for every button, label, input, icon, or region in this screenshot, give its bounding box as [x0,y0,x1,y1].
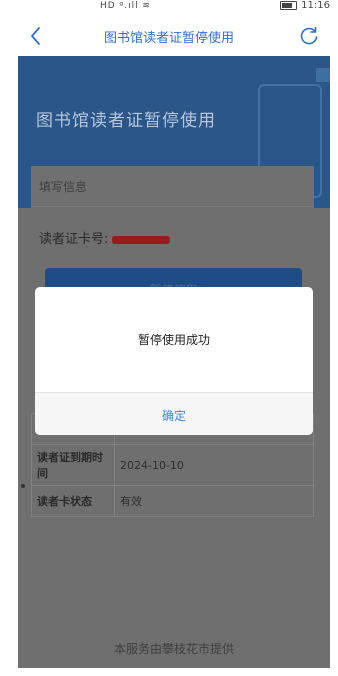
form-header: 填写信息 [31,166,314,207]
row-label: 读者卡状态 [31,485,115,517]
page-title: 图书馆读者证暂停使用 [103,31,234,46]
signal-wifi-icons: HD ᵍ.ıll ≋ [100,1,151,11]
footer-text: 本服务由攀枝花市提供 [113,642,234,656]
refresh-icon[interactable] [298,25,320,47]
row-label: 读者证到期时间 [31,444,115,486]
status-time: 11:16 [301,0,330,11]
battery-icon [280,1,298,10]
dialog-message: 暂停使用成功 [137,333,210,347]
success-dialog: 暂停使用成功 确定 [35,287,313,435]
confirm-button[interactable]: 确定 [35,393,313,435]
decor-square-icon [316,68,330,82]
confirm-button-label: 确定 [161,409,186,423]
row-value: 2024-10-10 [114,444,314,486]
banner-title: 图书馆读者证暂停使用 [36,111,216,131]
reader-card-row: 读者证卡号: [39,228,171,247]
status-bar: HD ᵍ.ıll ≋ 11:16 [0,0,338,16]
reader-card-label: 读者证卡号: [39,232,109,247]
table-row: 读者卡状态 有效 [31,485,314,517]
table-row: 读者证到期时间 2024-10-10 [31,444,314,486]
bullet-dot [21,484,25,488]
top-nav-bar: 图书馆读者证暂停使用 [0,16,338,56]
status-right: 11:16 [280,0,330,11]
form-header-label: 填写信息 [39,180,88,194]
row-value: 有效 [114,485,314,517]
redacted-card-number [112,235,171,244]
